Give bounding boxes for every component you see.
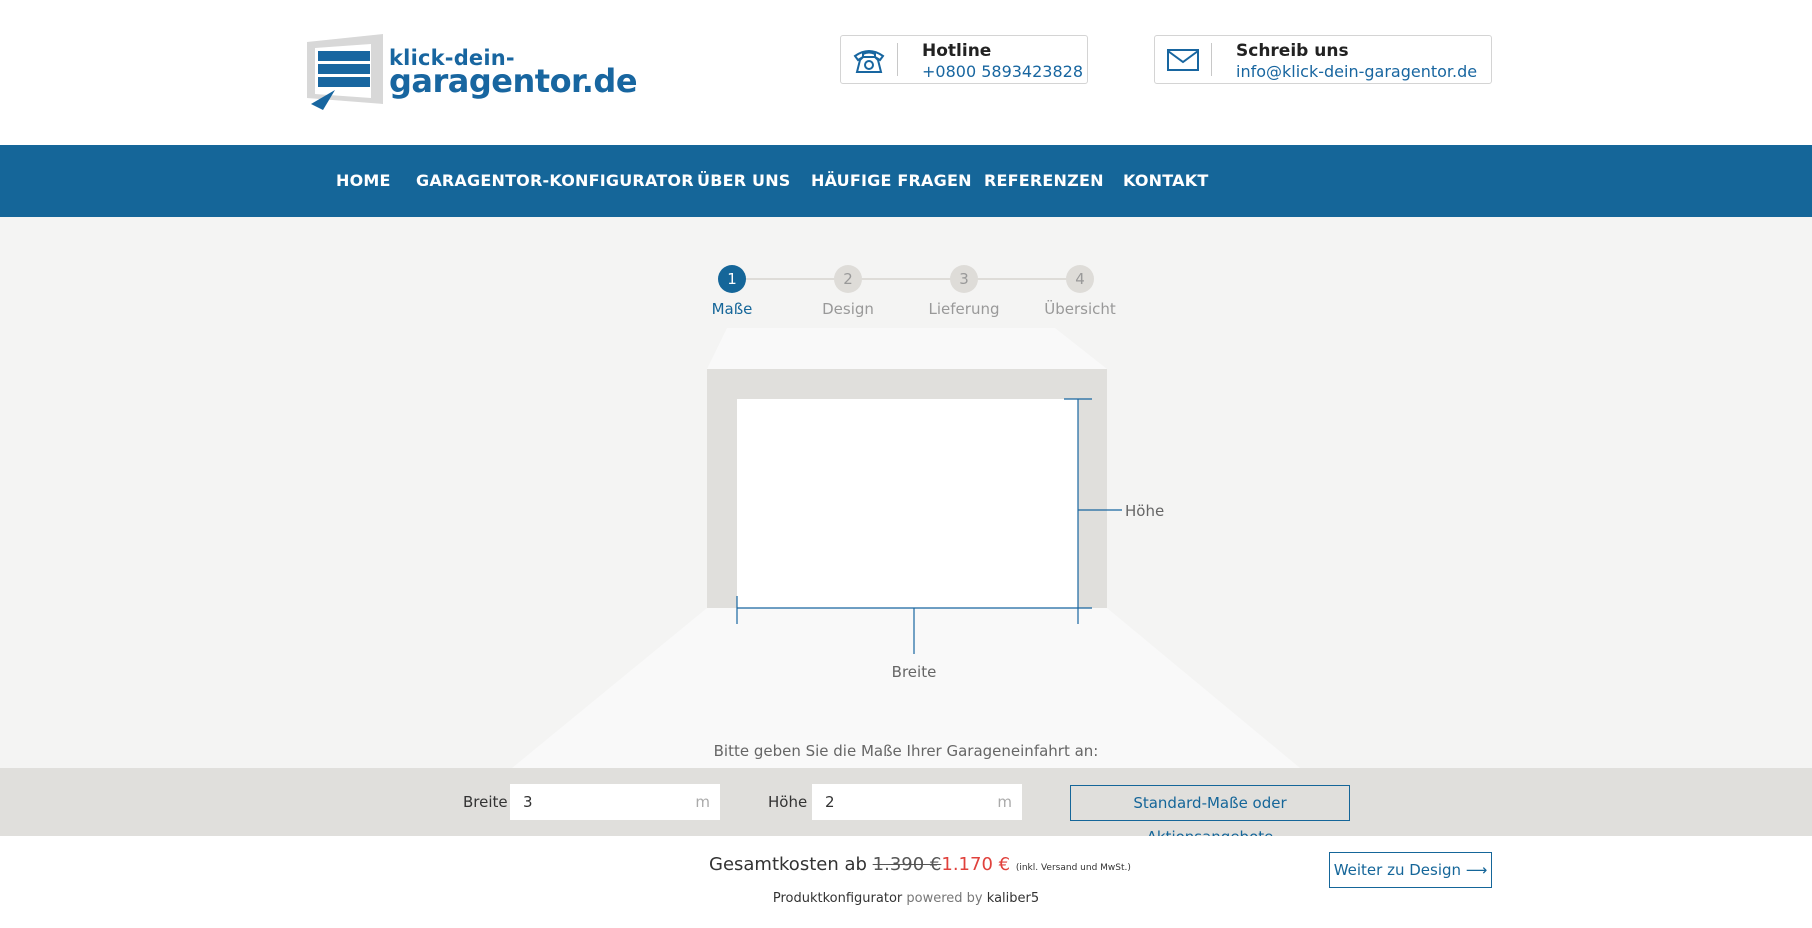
powered-by: Produktkonfigurator powered by kaliber5 [0,891,1812,906]
width-value: 3 [523,793,533,811]
nav-item-faq[interactable]: HÄUFIGE FRAGEN [811,171,972,190]
envelope-icon [1155,36,1211,83]
site-logo[interactable]: klick-dein- garagentor.de [305,32,638,112]
hotline-box[interactable]: Hotline +0800 5893423828 [840,35,1088,84]
powered-by-text: powered by [906,891,983,906]
total-price: Gesamtkosten ab 1.390 €1.170 € (inkl. Ve… [709,854,1131,875]
width-label: Breite [463,793,508,811]
garage-door-logo-icon [307,34,383,110]
dimension-hint: Bitte geben Sie die Maße Ihrer Garagenei… [713,742,1099,760]
width-unit: m [695,793,710,811]
step-label: Lieferung [928,300,1000,318]
step-label: Übersicht [1044,300,1116,318]
mail-address[interactable]: info@klick-dein-garagentor.de [1236,62,1477,81]
height-value: 2 [825,793,835,811]
step-design[interactable]: 2 Design [788,265,908,318]
nav-item-home[interactable]: HOME [336,171,391,190]
powered-product: Produktkonfigurator [772,891,903,906]
mail-title: Schreib uns [1236,41,1349,61]
step-uebersicht[interactable]: 4 Übersicht [1020,265,1140,318]
hotline-number[interactable]: +0800 5893423828 [922,62,1083,81]
step-masse[interactable]: 1 Maße [672,265,792,318]
nav-item-konfigurator[interactable]: GARAGENTOR-KONFIGURATOR [416,171,694,190]
step-label: Design [822,300,874,318]
phone-icon [841,36,897,83]
next-design-button[interactable]: Weiter zu Design ⟶ [1329,852,1492,888]
old-price: 1.390 € [872,854,942,875]
dimension-input-bar: Breite 3 m Höhe 2 m Standard-Maße oder A… [0,768,1812,846]
standard-sizes-button[interactable]: Standard-Maße oder Aktionsangebote [1070,785,1350,846]
step-label: Maße [711,300,753,318]
nav-item-ueber-uns[interactable]: ÜBER UNS [697,171,791,190]
width-input[interactable]: 3 m [510,784,720,820]
price-note: (inkl. Versand und MwSt.) [1015,863,1131,873]
total-prefix: Gesamtkosten ab [709,854,867,875]
nav-item-referenzen[interactable]: REFERENZEN [984,171,1104,190]
step-number: 3 [950,265,978,293]
step-number: 1 [718,265,746,293]
height-label: Höhe [768,793,808,811]
height-unit: m [997,793,1012,811]
step-lieferung[interactable]: 3 Lieferung [904,265,1024,318]
logo-text-main: garagentor.de [389,62,638,100]
mail-box[interactable]: Schreib uns info@klick-dein-garagentor.d… [1154,35,1492,84]
step-number: 2 [834,265,862,293]
hotline-title: Hotline [922,41,992,61]
divider [897,43,898,76]
powered-company[interactable]: kaliber5 [987,891,1039,906]
new-price: 1.170 € [941,854,1011,875]
step-number: 4 [1066,265,1094,293]
site-header: klick-dein- garagentor.de Hotline +0800 … [0,0,1812,145]
height-dimension-label: Höhe [1125,502,1165,520]
main-nav: HOME GARAGENTOR-KONFIGURATOR ÜBER UNS HÄ… [0,145,1812,217]
height-input[interactable]: 2 m [812,784,1022,820]
configurator-footer: Gesamtkosten ab 1.390 €1.170 € (inkl. Ve… [0,836,1812,928]
width-dimension-label: Breite [891,663,937,681]
nav-item-kontakt[interactable]: KONTAKT [1123,171,1208,190]
divider [1211,43,1212,76]
